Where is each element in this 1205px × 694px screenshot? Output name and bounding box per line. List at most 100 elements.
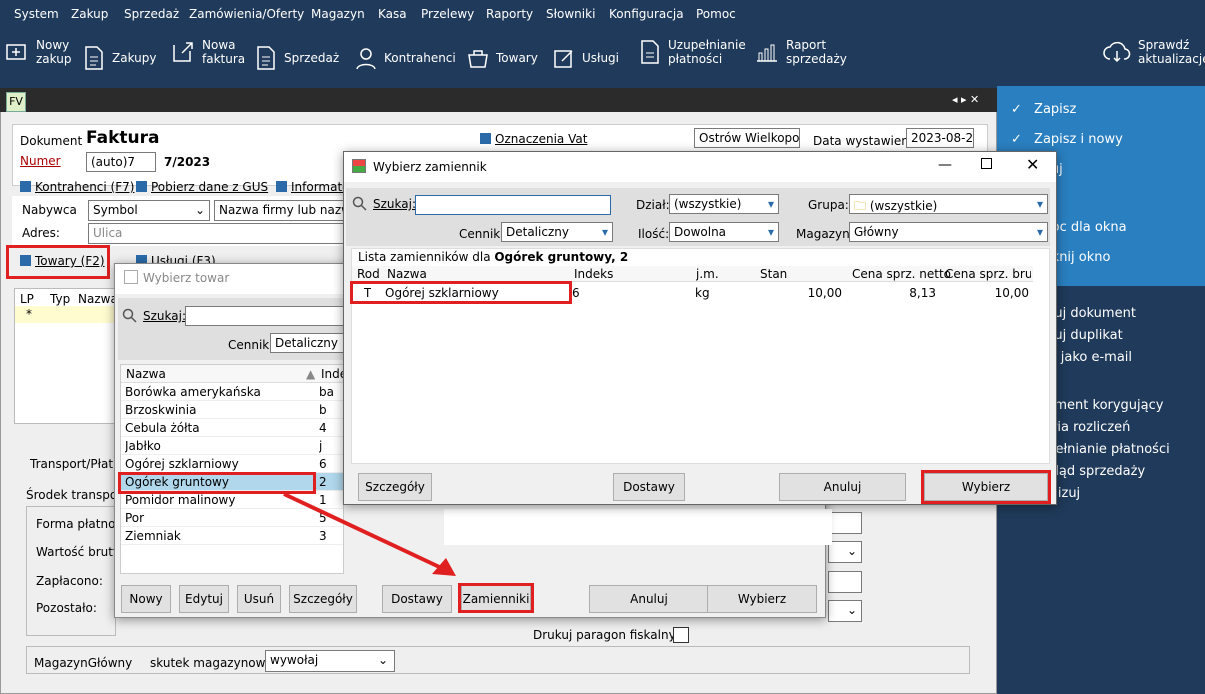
product-edit-button[interactable]: Edytuj [179,585,229,613]
maximize-icon[interactable] [981,158,992,169]
product-details-button[interactable]: Szczegóły [289,585,357,613]
dropdown-arrow-icon: ▾ [767,197,774,211]
number-field[interactable]: (auto)7 [86,152,156,172]
new-invoice-button[interactable]: Nowa faktura [170,38,245,66]
number-suffix: 7/2023 [164,155,211,169]
buyer-symbol-select[interactable]: Symbol ⌄ [88,200,210,221]
replacement-cancel-button[interactable]: Anuluj [779,473,906,501]
menu-orders[interactable]: Zamówienia/Oferty [189,7,304,21]
replacement-col-net[interactable]: Cena sprz. netto [852,267,951,281]
new-document-icon [173,42,193,62]
fiscal-receipt-checkbox[interactable] [673,627,689,643]
right-select-2[interactable]: ⌄ [828,600,862,622]
number-link[interactable]: Numer [20,154,61,168]
document-tabstrip [0,88,997,112]
highlight-replacements-button [458,583,534,613]
contractors-link[interactable]: Kontrahenci (F7) [20,180,134,194]
menu-configuration[interactable]: Konfiguracja [609,7,684,21]
check-updates-button[interactable]: Sprawdź aktualizacje [1102,38,1205,66]
replacement-pricelist-select[interactable]: Detaliczny ▾ [501,222,613,242]
save-new-action[interactable]: ✓ Zapisz i nowy [1011,132,1123,147]
buyer-name-field[interactable]: Nazwa firmy lub nazwisk [214,200,350,221]
product-pricelist-select[interactable]: Detaliczny [270,333,344,353]
document-icon [257,46,275,70]
city-field[interactable]: Ostrów Wielkopolski [694,128,800,148]
product-grid-values-area [444,509,832,545]
quantity-label: Ilość: [638,227,670,241]
replacement-deliveries-button[interactable]: Dostawy [613,473,685,501]
goods-button[interactable]: Towary [466,45,538,71]
payment-form-label: Forma płatnoś [36,517,122,531]
warehouse-effect-select[interactable]: wywołaj ⌄ [265,650,395,672]
product-deliveries-button[interactable]: Dostawy [382,585,452,613]
product-cell-name: Ogórej szklarniowy [125,457,239,471]
document-type: Faktura [86,128,160,148]
chevron-down-icon: ⌄ [846,603,857,617]
menu-dictionaries[interactable]: Słowniki [546,7,595,21]
product-new-button[interactable]: Nowy [121,585,171,613]
right-field-2[interactable] [828,571,862,593]
edit-icon [554,50,573,68]
menu-cash[interactable]: Kasa [378,7,407,21]
replacement-warehouse-select[interactable]: Główny ▾ [849,222,1048,242]
department-select[interactable]: (wszystkie) ▾ [669,194,779,214]
menu-help[interactable]: Pomoc [696,7,736,21]
replacement-col-index[interactable]: Indeks [574,267,613,281]
payments-action[interactable]: upełnianie płatności [1039,442,1170,457]
search-icon [122,308,137,323]
menu-reports[interactable]: Raporty [486,7,533,21]
minimize-icon[interactable]: — [938,157,952,173]
vat-marks-link[interactable]: Oznaczenia Vat [480,132,587,146]
replacement-col-name[interactable]: Nazwa [387,267,427,281]
replacement-row-net: 8,13 [909,286,936,300]
right-select-1[interactable]: ⌄ [828,541,862,563]
grid-col-name: Nazwa [78,292,118,306]
menu-warehouse[interactable]: Magazyn [311,7,365,21]
close-icon[interactable]: ✕ [1026,155,1039,174]
tab-nav-icons[interactable]: ◂ ▸ ✕ [952,93,979,106]
sales-report-button[interactable]: Raport sprzedaży [754,38,847,66]
menu-system[interactable]: System [14,7,59,21]
gus-link[interactable]: Pobierz dane z GUS [136,180,268,194]
contractors-button[interactable]: Kontrahenci [354,45,456,71]
address-label: Adres: [22,226,60,240]
dropdown-arrow-icon: ▾ [767,225,774,239]
menu-purchase[interactable]: Zakup [71,7,108,21]
replacement-col-unit[interactable]: j.m. [696,267,719,281]
dropdown-arrow-icon: ▾ [1036,197,1043,211]
sales-button[interactable]: Sprzedaż [254,45,339,71]
replacement-search-label: Szukaj: [373,197,416,211]
chevron-down-icon: ⌄ [377,653,388,667]
save-action[interactable]: ✓ Zapisz [1011,102,1076,117]
right-field-1[interactable] [828,512,862,534]
group-select[interactable]: 🗀 (wszystkie) ▾ [849,194,1048,214]
menu-transfers[interactable]: Przelewy [421,7,474,21]
correction-action[interactable]: kument korygujący [1039,398,1163,413]
new-purchase-button[interactable]: Nowy zakup [4,38,71,66]
product-col-name[interactable]: Nazwa [126,367,166,381]
tab-fv[interactable]: FV [6,92,26,112]
services-button[interactable]: Usługi [552,45,619,71]
quantity-select[interactable]: Dowolna ▾ [669,222,779,242]
product-search-input[interactable] [185,306,345,326]
replacement-details-button[interactable]: Szczegóły [358,473,432,501]
menu-sales[interactable]: Sprzedaż [124,7,179,21]
product-delete-button[interactable]: Usuń [237,585,281,613]
purchases-button[interactable]: Zakupy [82,45,156,71]
transport-label: Transport/Płatn [30,457,121,471]
replacement-row-unit: kg [695,286,710,300]
document-icon [85,46,103,70]
replacement-col-rod[interactable]: Rod [357,267,380,281]
product-cell-index: 6 [319,457,327,471]
warehouse-label: MagazynGłówny [34,656,133,670]
basket-icon [468,50,488,68]
product-select-button[interactable]: Wybierz [707,585,817,613]
replacement-search-input[interactable] [415,195,611,215]
address-field[interactable]: Ulica [88,223,350,244]
replacement-col-gross[interactable]: Cena sprz. brutt [945,267,1031,281]
replacement-list-caption: Lista zamienników dla Ogórek gruntowy, 2 [358,250,629,264]
issue-date-field[interactable]: 2023-08-28 [906,128,974,148]
replacement-col-stock[interactable]: Stan [760,267,787,281]
payments-button[interactable]: Uzupełnianie płatności [638,38,746,66]
product-cancel-button[interactable]: Anuluj [589,585,709,613]
